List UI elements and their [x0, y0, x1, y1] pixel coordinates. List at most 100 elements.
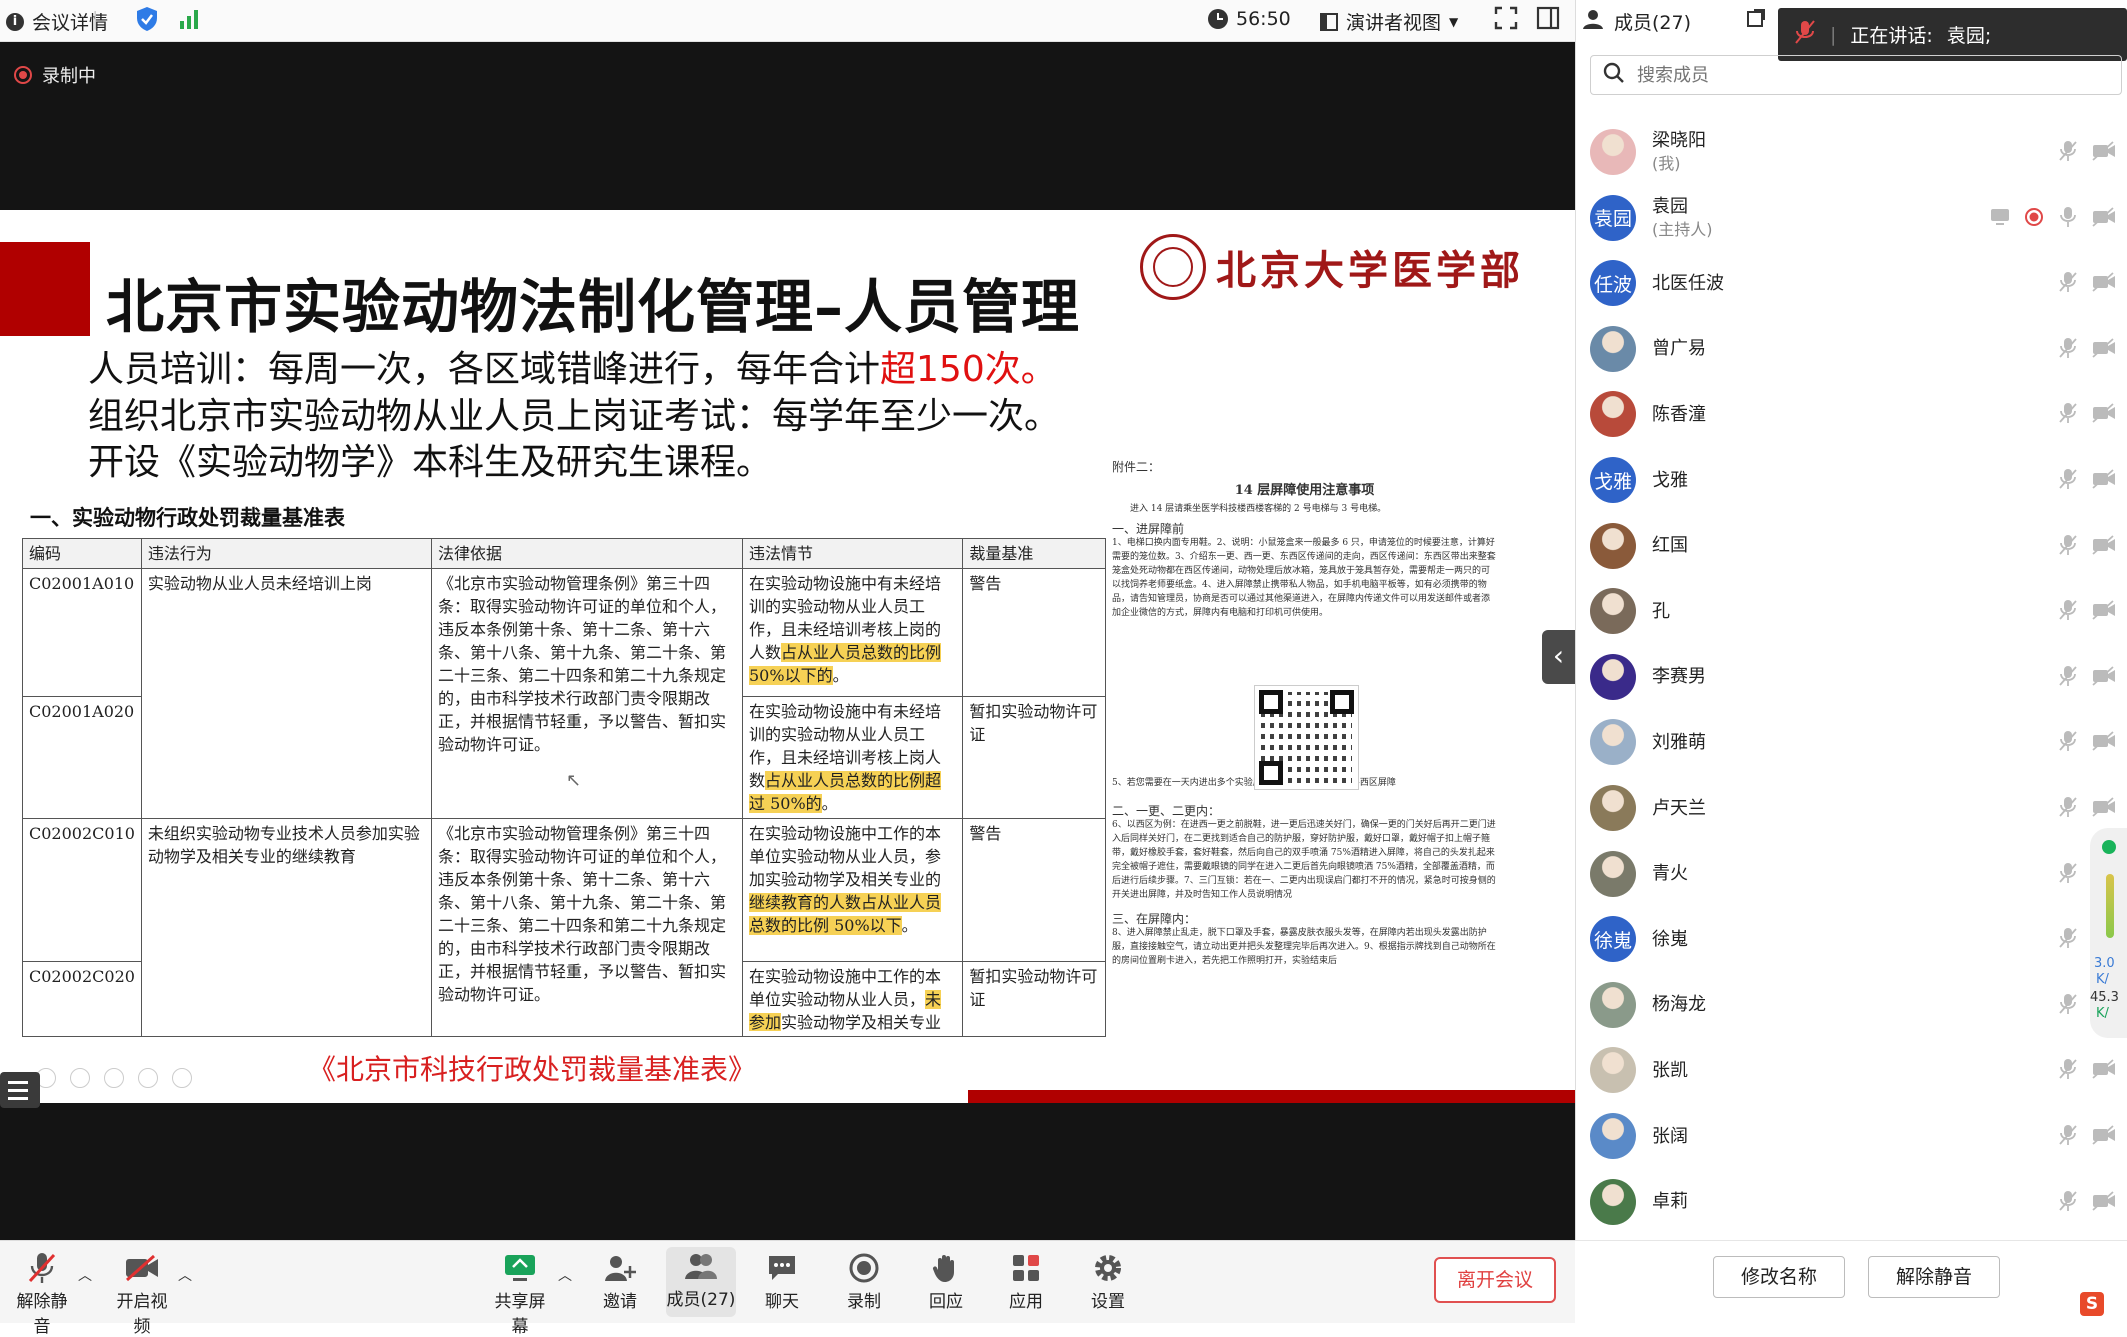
- popout-icon[interactable]: [1746, 8, 1766, 32]
- member-row[interactable]: 徐嵬 徐嵬: [1590, 907, 2122, 971]
- share-screen-button[interactable]: 共享屏幕: [488, 1249, 552, 1337]
- cell-act: 实验动物从业人员未经培训上岗: [140, 568, 432, 819]
- muted-mic-icon[interactable]: [2058, 402, 2078, 428]
- avatar: [1590, 588, 1636, 635]
- member-name-block: 卓莉: [1652, 1190, 1688, 1213]
- members-button[interactable]: 成员(27): [666, 1247, 736, 1317]
- member-name-block: 北医任波: [1652, 272, 1724, 295]
- fullscreen-icon[interactable]: [1494, 6, 1518, 30]
- video-off-icon[interactable]: [2092, 731, 2116, 755]
- settings-button[interactable]: 设置: [1076, 1249, 1140, 1312]
- cell-standard: 警告: [962, 568, 1106, 697]
- video-off-icon[interactable]: [2092, 338, 2116, 362]
- cell-detail: 在实验动物设施中有未经培训的实验动物从业人员工作，且未经培训考核上岗的人数占从业…: [741, 568, 964, 697]
- muted-mic-icon[interactable]: [2058, 271, 2078, 297]
- video-off-icon[interactable]: [2092, 600, 2116, 624]
- unmute-all-button[interactable]: 解除静音: [1868, 1256, 2000, 1298]
- muted-mic-icon[interactable]: [2058, 468, 2078, 494]
- audio-options-caret-icon[interactable]: ︿: [78, 1265, 92, 1285]
- video-off-icon[interactable]: [2092, 206, 2116, 231]
- muted-mic-icon[interactable]: [2058, 665, 2078, 691]
- chat-button[interactable]: 聊天: [750, 1249, 814, 1312]
- video-button[interactable]: 开启视频: [110, 1249, 174, 1337]
- member-row[interactable]: 红国: [1590, 514, 2122, 578]
- member-row[interactable]: 任波 北医任波: [1590, 251, 2122, 315]
- video-off-icon[interactable]: [2092, 666, 2116, 690]
- member-row[interactable]: 卓莉: [1590, 1170, 2122, 1234]
- member-search-box[interactable]: [1590, 55, 2122, 95]
- collapse-panel-button[interactable]: ‹: [1542, 630, 1575, 684]
- react-button[interactable]: 回应: [914, 1249, 978, 1312]
- signal-strength-icon[interactable]: [178, 8, 200, 30]
- security-shield-icon[interactable]: [136, 6, 158, 32]
- muted-mic-icon[interactable]: [2058, 927, 2078, 953]
- member-name: 梁晓阳: [1652, 130, 1706, 151]
- apps-button[interactable]: 应用: [994, 1249, 1058, 1312]
- tool-icon[interactable]: [70, 1068, 90, 1088]
- member-row[interactable]: 袁园 袁园 (主持人): [1590, 186, 2122, 250]
- view-mode-dropdown[interactable]: 演讲者视图 ▼: [1320, 8, 1458, 35]
- avatar: [1590, 981, 1636, 1028]
- member-row[interactable]: 陈香潼: [1590, 382, 2122, 446]
- member-row[interactable]: 李赛男: [1590, 645, 2122, 709]
- annotation-tools[interactable]: [36, 1068, 192, 1088]
- video-off-icon[interactable]: [2092, 272, 2116, 296]
- share-options-caret-icon[interactable]: ︿: [558, 1265, 572, 1285]
- tool-icon[interactable]: [138, 1068, 158, 1088]
- muted-mic-icon[interactable]: [2058, 534, 2078, 560]
- member-status-icons: [2058, 140, 2116, 166]
- muted-mic-icon[interactable]: [2058, 1190, 2078, 1216]
- muted-mic-icon[interactable]: [2058, 1058, 2078, 1084]
- video-off-icon[interactable]: [2092, 797, 2116, 821]
- member-row[interactable]: 梁晓阳 (我): [1590, 120, 2122, 184]
- member-search-input[interactable]: [1637, 64, 2057, 86]
- video-off-icon[interactable]: [2092, 1190, 2116, 1215]
- member-row[interactable]: 孔: [1590, 579, 2122, 643]
- muted-mic-icon[interactable]: [2058, 862, 2078, 888]
- title-accent-block: [0, 242, 90, 336]
- member-row[interactable]: 卢天兰: [1590, 776, 2122, 840]
- member-row[interactable]: 戈雅 戈雅: [1590, 448, 2122, 512]
- member-row[interactable]: 杨海龙: [1590, 973, 2122, 1037]
- member-name-block: 戈雅: [1652, 469, 1688, 492]
- apps-label: 应用: [1009, 1292, 1043, 1312]
- muted-mic-icon[interactable]: [2058, 1124, 2078, 1150]
- unmute-button[interactable]: 解除静音: [10, 1249, 74, 1337]
- video-off-icon[interactable]: [2092, 1059, 2116, 1083]
- avatar: 戈雅: [1590, 457, 1636, 503]
- video-off-icon[interactable]: [2092, 403, 2116, 427]
- mic-icon[interactable]: [2058, 206, 2078, 232]
- muted-mic-icon[interactable]: [2058, 796, 2078, 822]
- member-name: 戈雅: [1652, 469, 1688, 491]
- record-button[interactable]: 录制: [832, 1249, 896, 1312]
- video-off-icon[interactable]: [2092, 534, 2116, 559]
- muted-mic-icon[interactable]: [2058, 993, 2078, 1019]
- rename-button[interactable]: 修改名称: [1713, 1256, 1845, 1298]
- video-off-icon[interactable]: [2092, 141, 2116, 165]
- video-off-icon[interactable]: [2092, 1125, 2116, 1149]
- leave-meeting-button[interactable]: 离开会议: [1434, 1257, 1556, 1303]
- member-row[interactable]: 青火: [1590, 842, 2122, 906]
- muted-mic-icon[interactable]: [2058, 337, 2078, 363]
- sidebar-toggle-icon[interactable]: [1536, 6, 1560, 30]
- video-options-caret-icon[interactable]: ︿: [178, 1265, 192, 1285]
- cell-code: C02001A020: [22, 696, 142, 819]
- slide-menu-icon[interactable]: [0, 1072, 40, 1108]
- invite-button[interactable]: 邀请: [588, 1249, 652, 1312]
- video-off-icon[interactable]: [2092, 469, 2116, 493]
- cell-detail: 在实验动物设施中工作的本单位实验动物从业人员，未参加实验动物学及相关专业的: [741, 961, 964, 1037]
- tool-icon[interactable]: [104, 1068, 124, 1088]
- member-name: 杨海龙: [1652, 994, 1706, 1016]
- muted-mic-icon[interactable]: [2058, 599, 2078, 625]
- member-row[interactable]: 张凯: [1590, 1038, 2122, 1102]
- muted-mic-icon[interactable]: [2058, 730, 2078, 756]
- member-row[interactable]: 刘雅萌: [1590, 710, 2122, 774]
- muted-mic-icon[interactable]: [2058, 140, 2078, 166]
- members-panel-title: 成员(27): [1582, 8, 1691, 35]
- member-row[interactable]: 曾广易: [1590, 317, 2122, 381]
- tool-icon[interactable]: [172, 1068, 192, 1088]
- input-method-icon[interactable]: S: [2080, 1292, 2104, 1316]
- clock-icon: [1208, 9, 1228, 29]
- member-row[interactable]: 张阔: [1590, 1104, 2122, 1168]
- penalty-table: 编码 违法行为 法律依据 违法情节 裁量基准 C02001A010 实验动物从业…: [22, 538, 1106, 1037]
